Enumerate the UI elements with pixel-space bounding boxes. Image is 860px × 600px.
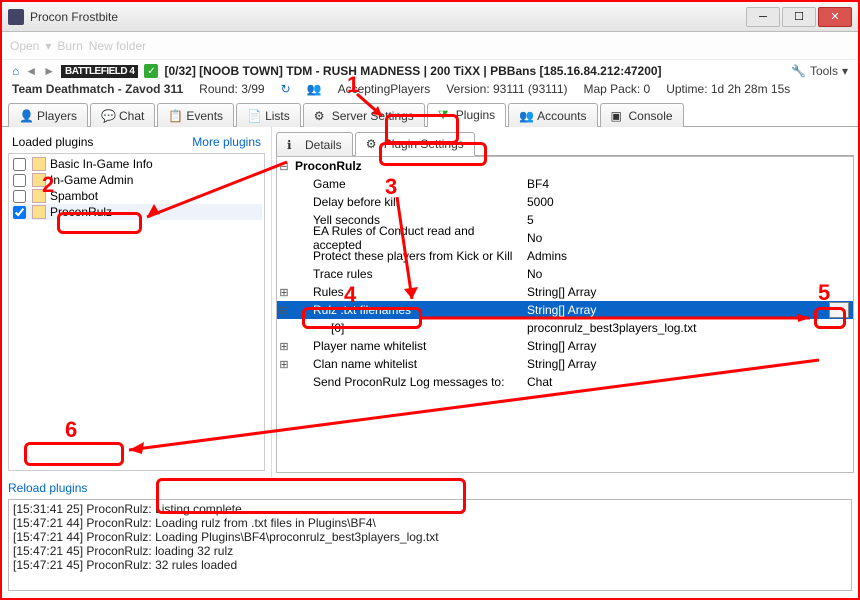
console-line: [15:47:21 44] ProconRulz: Loading rulz f… [13,516,847,530]
mappack-label: Map Pack: 0 [584,82,651,96]
output-console[interactable]: [15:31:41 25] ProconRulz: Listing comple… [8,499,852,591]
tab-events[interactable]: 📋Events [157,103,234,127]
tab-console[interactable]: ▣Console [600,103,684,127]
grid-row[interactable]: Trace rulesNo [277,265,853,283]
list-item[interactable]: In-Game Admin [11,172,262,188]
plugin-list: Basic In-Game Info In-Game Admin Spambot… [8,153,265,471]
subtab-details[interactable]: ℹDetails [276,132,353,156]
background-toolbar: Open ▾ Burn New folder [2,32,858,60]
plugin-checkbox[interactable] [13,206,26,219]
nav-back-icon[interactable]: ◄ [25,64,37,78]
plugin-item-icon [32,189,46,203]
home-icon[interactable]: ⌂ [12,64,19,78]
refresh-icon[interactable]: ↻ [281,82,291,96]
tools-menu[interactable]: 🔧 Tools ▾ [791,64,848,78]
window-title: Procon Frostbite [30,10,746,24]
plugin-icon: ⧩ [438,108,452,122]
list-item[interactable]: Basic In-Game Info [11,156,262,172]
plugin-checkbox[interactable] [13,158,26,171]
round-counter: Round: 3/99 [199,82,264,96]
uptime-label: Uptime: 1d 2h 28m 15s [666,82,790,96]
list-item[interactable]: ProconRulz [11,204,262,220]
grid-row[interactable]: ⊞Player name whitelistString[] Array [277,337,853,355]
players-icon: 👥 [307,82,322,96]
plugin-checkbox[interactable] [13,174,26,187]
window-titlebar: Procon Frostbite ─ ☐ ✕ [2,2,858,32]
app-icon [8,9,24,25]
settings-grid: ⊟ProconRulz GameBF4 Delay before kill500… [276,156,854,473]
grid-row[interactable]: Send ProconRulz Log messages to:Chat [277,373,853,391]
minimize-button[interactable]: ─ [746,7,780,27]
tab-lists[interactable]: 📄Lists [236,103,301,127]
people-icon: 👤 [19,109,33,123]
nav-fwd-icon[interactable]: ► [43,64,55,78]
wrench-icon: 🔧 [791,64,806,78]
server-header: ⌂ ◄ ► BATTLEFIELD 4 ✓ [0/32] [NOOB TOWN]… [2,60,858,80]
grid-row[interactable]: ⊞RulesString[] Array [277,283,853,301]
main-tabstrip: 👤Players 💬Chat 📋Events 📄Lists ⚙Server Se… [2,102,858,127]
server-name: [0/32] [NOOB TOWN] TDM - RUSH MADNESS | … [164,64,661,78]
tab-players[interactable]: 👤Players [8,103,88,127]
chevron-down-icon: ▾ [842,64,848,78]
lists-icon: 📄 [247,109,261,123]
game-logo: BATTLEFIELD 4 [61,65,138,78]
grid-row[interactable]: EA Rules of Conduct read and acceptedNo [277,229,853,247]
info-icon: ℹ [287,138,301,152]
tab-accounts[interactable]: 👥Accounts [508,103,597,127]
grid-row[interactable]: GameBF4 [277,175,853,193]
grid-row[interactable]: [0]proconrulz_best3players_log.txt [277,319,853,337]
grid-row[interactable]: Protect these players from Kick or KillA… [277,247,853,265]
maximize-button[interactable]: ☐ [782,7,816,27]
more-plugins-link[interactable]: More plugins [192,135,261,149]
chat-icon: 💬 [101,109,115,123]
reload-plugins-link[interactable]: Reload plugins [8,481,87,495]
close-button[interactable]: ✕ [818,7,852,27]
console-line: [15:47:21 44] ProconRulz: Loading Plugin… [13,530,847,544]
accounts-icon: 👥 [519,109,533,123]
plugin-item-icon [32,205,46,219]
plugin-item-icon [32,173,46,187]
grid-row[interactable]: Delay before kill5000 [277,193,853,211]
loaded-plugins-header: Loaded plugins [12,135,93,149]
tab-plugins[interactable]: ⧩Plugins [427,103,506,127]
tab-chat[interactable]: 💬Chat [90,103,155,127]
server-state: AcceptingPlayers [338,82,431,96]
ellipsis-button[interactable]: … [829,302,849,318]
map-name: Team Deathmatch - Zavod 311 [12,82,183,96]
list-item[interactable]: Spambot [11,188,262,204]
version-label: Version: 93111 (93111) [446,82,567,96]
gear-icon: ⚙ [366,137,380,151]
events-icon: 📋 [168,109,182,123]
status-bar: Team Deathmatch - Zavod 311 Round: 3/99 … [2,80,858,102]
console-line: [15:47:21 45] ProconRulz: loading 32 rul… [13,544,847,558]
status-check-icon: ✓ [144,64,158,78]
grid-row-selected[interactable]: ⊟Rulz .txt filenamesString[] Array… [277,301,853,319]
console-line: [15:31:41 25] ProconRulz: Listing comple… [13,502,847,516]
grid-category[interactable]: ⊟ProconRulz [277,157,853,175]
plugin-checkbox[interactable] [13,190,26,203]
console-line: [15:47:21 45] ProconRulz: 32 rules loade… [13,558,847,572]
tab-server-settings[interactable]: ⚙Server Settings [303,103,425,127]
subtab-plugin-settings[interactable]: ⚙Plugin Settings [355,132,475,156]
gear-icon: ⚙ [314,109,328,123]
grid-row[interactable]: ⊞Clan name whitelistString[] Array [277,355,853,373]
console-icon: ▣ [611,109,625,123]
plugin-item-icon [32,157,46,171]
plugin-subtabs: ℹDetails ⚙Plugin Settings [276,131,854,156]
